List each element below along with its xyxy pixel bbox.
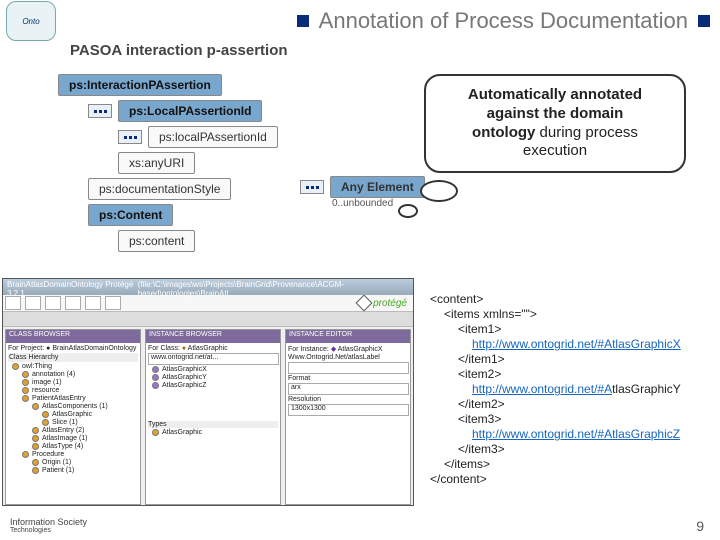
schema-localid: ps:LocalPAssertionId: [118, 100, 262, 122]
protege-title-left: BrainAtlasDomainOntology Protégé 3.2.1: [7, 280, 138, 294]
xml-link-tail: tlasGraphicY: [612, 382, 681, 396]
class-browser-pane: CLASS BROWSER For Project: ● BrainAtlasD…: [5, 329, 141, 505]
class-hierarchy-label: Class Hierarchy: [8, 353, 138, 362]
field3-label: Resolution: [288, 396, 408, 403]
schema-anyuri: xs:anyURI: [118, 152, 195, 174]
left-label: For Project:: [8, 345, 44, 352]
schema-content: ps:content: [118, 230, 195, 252]
xml-line: <items xmlns="">: [430, 307, 710, 322]
instance-browser-head: INSTANCE BROWSER: [146, 330, 280, 343]
tree-item[interactable]: Patient (1): [8, 467, 138, 475]
xml-line: </item2>: [430, 397, 710, 412]
page-number: 9: [696, 518, 704, 534]
tree-item[interactable]: annotation (4): [8, 371, 138, 379]
field2-input[interactable]: arx: [288, 383, 409, 395]
schema-docstyle: ps:documentationStyle: [88, 178, 231, 200]
toolbar-btn[interactable]: [45, 296, 61, 310]
tree-item[interactable]: resource: [8, 387, 138, 395]
toolbar-btn[interactable]: [105, 296, 121, 310]
title-decor-left: [297, 15, 309, 27]
protege-window: BrainAtlasDomainOntology Protégé 3.2.1 (…: [2, 278, 414, 506]
instance-list[interactable]: AtlasGraphicXAtlasGraphicYAtlasGraphicZ: [148, 366, 278, 390]
schema-localid-child: ps:localPAssertionId: [148, 126, 278, 148]
field3-input[interactable]: 1300x1300: [288, 404, 409, 416]
callout-tail: [398, 204, 418, 218]
schema-diagram: ps:InteractionPAssertion ps:LocalPAssert…: [58, 70, 418, 256]
xml-line: </content>: [430, 472, 710, 487]
tree-item[interactable]: Procedure: [8, 451, 138, 459]
page-title: Annotation of Process Documentation: [319, 8, 688, 34]
instance-browser-pane: INSTANCE BROWSER For Class: ● AtlasGraph…: [145, 329, 281, 505]
protege-brand-text: protégé: [373, 298, 407, 309]
tree-item[interactable]: Slice (1): [8, 419, 138, 427]
class-browser-head: CLASS BROWSER: [6, 330, 140, 343]
instance-editor-head: INSTANCE EDITOR: [286, 330, 410, 343]
xml-line: <item3>: [430, 412, 710, 427]
mid-label: For Class:: [148, 345, 180, 352]
types-label: Types: [148, 421, 278, 428]
callout-line3b: during process: [535, 124, 638, 141]
xml-link[interactable]: http://www.ontogrid.net/#AtlasGraphicX: [472, 337, 681, 351]
schema-content-group: ps:Content: [88, 204, 173, 226]
field2-label: Format: [288, 375, 408, 382]
tree-item[interactable]: AtlasType (4): [8, 443, 138, 451]
xml-line: </item1>: [430, 352, 710, 367]
title-decor-right: [698, 15, 710, 27]
protege-logo-icon: [356, 295, 373, 312]
callout-line2a: against the: [487, 105, 570, 122]
instance-item[interactable]: AtlasGraphicY: [148, 374, 278, 382]
protege-tabs: [3, 312, 413, 327]
logo: Onto: [6, 1, 56, 41]
annotation-callout: Automatically annotated against the doma…: [424, 74, 686, 173]
instance-item[interactable]: AtlasGraphicX: [148, 366, 278, 374]
tree-item[interactable]: owl:Thing: [8, 363, 138, 371]
mid-class: AtlasGraphic: [188, 345, 228, 352]
toolbar-btn[interactable]: [5, 296, 21, 310]
xml-line: </items>: [430, 457, 710, 472]
toolbar-btn[interactable]: [85, 296, 101, 310]
xml-link[interactable]: http://www.ontogrid.net/#AtlasGraphicZ: [472, 427, 680, 441]
connector-icon: [300, 180, 324, 194]
left-project: BrainAtlasDomainOntology: [52, 345, 136, 352]
right-label: For Instance:: [288, 346, 329, 353]
class-tree[interactable]: owl:Thingannotation (4)image (1)resource…: [8, 363, 138, 475]
section-subtitle: PASOA interaction p-assertion: [70, 42, 288, 59]
field1-input[interactable]: [288, 362, 409, 374]
footer-label: Information Society Technologies: [10, 517, 87, 534]
xml-line: <content>: [430, 292, 710, 307]
tree-item[interactable]: PatientAtlasEntry: [8, 395, 138, 403]
callout-line4: execution: [440, 142, 670, 161]
tree-item[interactable]: image (1): [8, 379, 138, 387]
tree-item[interactable]: AtlasComponents (1): [8, 403, 138, 411]
schema-root: ps:InteractionPAssertion: [58, 74, 222, 96]
header: Onto Annotation of Process Documentation: [0, 0, 720, 42]
protege-title-right: (file:\C:\images\ws\Projects\BrainGrid\P…: [138, 280, 409, 294]
xml-link[interactable]: http://www.ontogrid.net/#A: [472, 382, 612, 396]
xml-line: <item1>: [430, 322, 710, 337]
connector-icon: [118, 130, 142, 144]
connector-icon: [88, 104, 112, 118]
right-instance: AtlasGraphicX: [338, 346, 383, 353]
mid-url: www.ontogrid.net/at...: [148, 353, 279, 365]
callout-line3a: ontology: [472, 124, 535, 141]
toolbar-btn[interactable]: [65, 296, 81, 310]
protege-brand: protégé: [358, 297, 407, 309]
xml-line: </item3>: [430, 442, 710, 457]
xml-content-block: <content> <items xmlns=""> <item1> http:…: [430, 292, 710, 487]
tree-item[interactable]: AtlasEntry (2): [8, 427, 138, 435]
callout-line2b: domain: [570, 105, 623, 122]
schema-anyelem-box: Any Element: [330, 176, 425, 198]
toolbar-btn[interactable]: [25, 296, 41, 310]
callout-tail: [420, 180, 458, 202]
protege-titlebar: BrainAtlasDomainOntology Protégé 3.2.1 (…: [3, 279, 413, 295]
type-item[interactable]: AtlasGraphic: [148, 429, 278, 437]
tree-item[interactable]: AtlasImage (1): [8, 435, 138, 443]
tree-item[interactable]: AtlasGraphic: [8, 411, 138, 419]
callout-line1: Automatically annotated: [468, 86, 642, 103]
field1-label: Www.Ontogrid.Net/atlasLabel: [288, 354, 408, 361]
instance-item[interactable]: AtlasGraphicZ: [148, 382, 278, 390]
tree-item[interactable]: Origin (1): [8, 459, 138, 467]
instance-editor-pane: INSTANCE EDITOR For Instance: ◆ AtlasGra…: [285, 329, 411, 505]
xml-line: <item2>: [430, 367, 710, 382]
